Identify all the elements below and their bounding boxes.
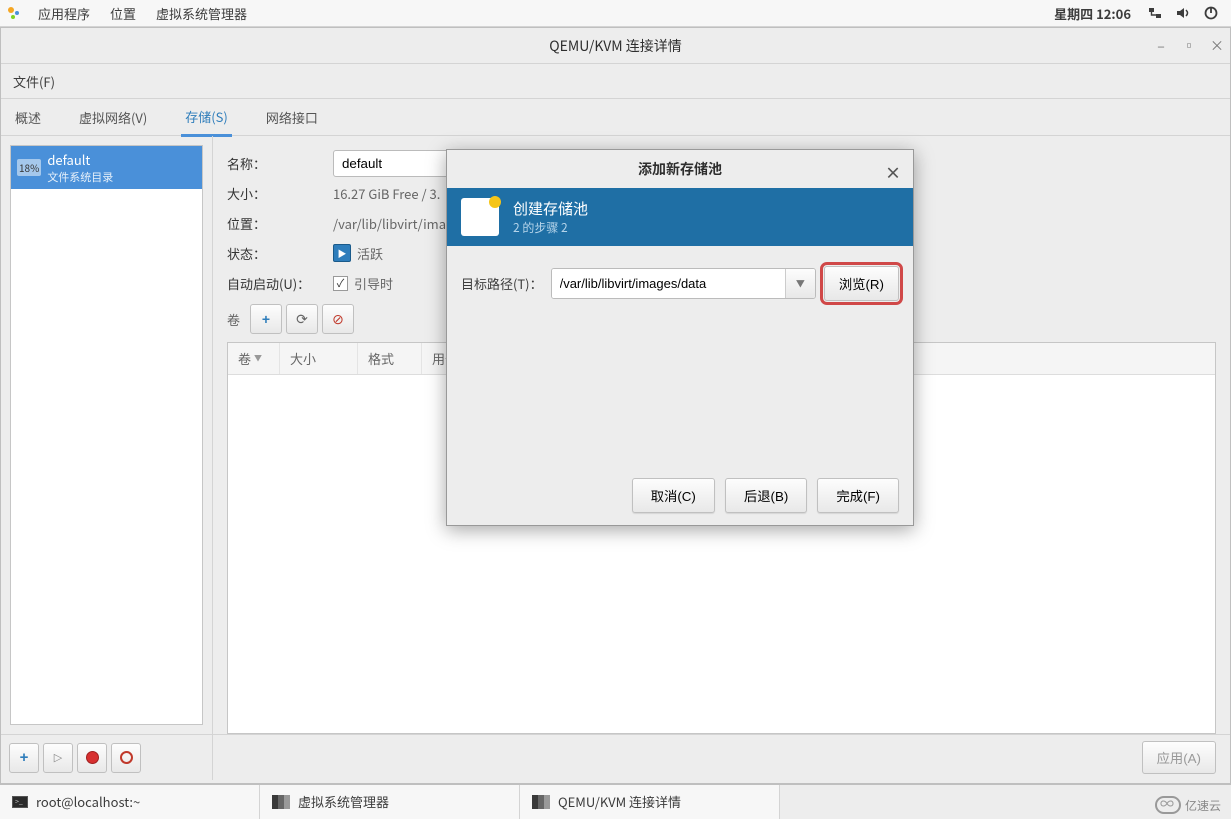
dialog-title: 添加新存储池 xyxy=(638,159,722,179)
virt-manager-icon xyxy=(532,795,550,809)
storage-pool-sidebar: 18% default 文件系统目录 xyxy=(1,136,213,734)
start-pool-button[interactable]: ▷ xyxy=(43,743,73,773)
dialog-footer: 取消(C) 后退(B) 完成(F) xyxy=(447,466,913,525)
browse-button[interactable]: 浏览(R) xyxy=(824,266,899,301)
col-format[interactable]: 格式 xyxy=(358,343,422,374)
menu-places[interactable]: 位置 xyxy=(100,0,146,27)
desktop-top-panel: 应用程序 位置 虚拟系统管理器 星期四 12:06 xyxy=(0,0,1231,27)
close-button[interactable]: × xyxy=(1210,39,1224,53)
label-location: 位置： xyxy=(227,214,333,233)
back-button[interactable]: 后退(B) xyxy=(725,478,807,513)
storage-new-icon xyxy=(461,198,499,236)
pool-usage-badge: 18% xyxy=(17,159,41,176)
label-state: 状态： xyxy=(227,244,333,263)
minimize-button[interactable]: – xyxy=(1154,39,1168,53)
details-footer: 应用(A) xyxy=(213,734,1230,780)
power-icon[interactable] xyxy=(1202,4,1220,22)
refresh-volumes-button[interactable]: ⟳ xyxy=(286,304,318,334)
dialog-heading: 创建存储池 xyxy=(513,198,588,219)
label-autostart: 自动启动(U)： xyxy=(227,274,333,293)
menu-applications[interactable]: 应用程序 xyxy=(28,0,100,27)
menu-virt-manager[interactable]: 虚拟系统管理器 xyxy=(146,0,257,27)
menu-file[interactable]: 文件(F) xyxy=(5,68,63,95)
add-volume-button[interactable]: + xyxy=(250,304,282,334)
cancel-button[interactable]: 取消(C) xyxy=(632,478,715,513)
network-icon[interactable] xyxy=(1146,4,1164,22)
desktop-taskbar: root@localhost:~ 虚拟系统管理器 QEMU/KVM 连接详情 亿… xyxy=(0,784,1231,818)
target-path-dropdown-button[interactable]: ▼ xyxy=(785,269,815,298)
dialog-close-button[interactable]: × xyxy=(885,160,901,184)
value-state: 活跃 xyxy=(357,244,383,263)
label-name: 名称： xyxy=(227,154,333,173)
target-path-combo[interactable]: ▼ xyxy=(551,268,816,299)
gnome-logo-icon xyxy=(6,5,22,21)
storage-pool-list: 18% default 文件系统目录 xyxy=(10,145,203,725)
tab-overview[interactable]: 概述 xyxy=(11,100,45,135)
add-storage-pool-dialog: 添加新存储池 × 创建存储池 2 的步骤 2 目标路径(T)： ▼ 浏览(R) … xyxy=(446,149,914,526)
pool-name: default xyxy=(47,150,113,169)
watermark-logo-icon xyxy=(1155,796,1181,814)
finish-button[interactable]: 完成(F) xyxy=(817,478,899,513)
col-volume[interactable]: 卷▼ xyxy=(228,343,280,374)
delete-volume-button[interactable]: ⊘ xyxy=(322,304,354,334)
tab-network-interface[interactable]: 网络接口 xyxy=(262,100,322,135)
window-titlebar: QEMU/KVM 连接详情 – ▫ × xyxy=(1,28,1230,64)
target-path-input[interactable] xyxy=(552,269,785,298)
dialog-titlebar: 添加新存储池 × xyxy=(447,150,913,188)
clock[interactable]: 星期四 12:06 xyxy=(1044,4,1141,23)
sidebar-footer-toolbar: + ▷ xyxy=(1,734,213,780)
taskbar-terminal[interactable]: root@localhost:~ xyxy=(0,785,260,819)
add-pool-button[interactable]: + xyxy=(9,743,39,773)
taskbar-connection-details[interactable]: QEMU/KVM 连接详情 xyxy=(520,785,780,819)
checkbox-autostart[interactable] xyxy=(333,276,348,291)
volume-icon[interactable] xyxy=(1174,4,1192,22)
value-autostart: 引导时 xyxy=(354,274,393,293)
value-size: 16.27 GiB Free / 3. xyxy=(333,184,440,203)
col-size[interactable]: 大小 xyxy=(280,343,358,374)
maximize-button[interactable]: ▫ xyxy=(1182,39,1196,53)
apply-button[interactable]: 应用(A) xyxy=(1142,741,1216,774)
state-active-icon xyxy=(333,244,351,262)
tab-virtual-network[interactable]: 虚拟网络(V) xyxy=(75,100,151,135)
tab-bar: 概述 虚拟网络(V) 存储(S) 网络接口 xyxy=(1,99,1230,135)
storage-pool-item-default[interactable]: 18% default 文件系统目录 xyxy=(11,146,202,189)
delete-pool-button[interactable] xyxy=(111,743,141,773)
dialog-step: 2 的步骤 2 xyxy=(513,219,588,236)
dialog-header: 创建存储池 2 的步骤 2 xyxy=(447,188,913,246)
window-title: QEMU/KVM 连接详情 xyxy=(549,36,682,56)
terminal-icon xyxy=(12,796,28,808)
label-volumes: 卷 xyxy=(227,310,240,329)
tab-storage[interactable]: 存储(S) xyxy=(181,99,232,137)
taskbar-virt-manager[interactable]: 虚拟系统管理器 xyxy=(260,785,520,819)
label-size: 大小： xyxy=(227,184,333,203)
stop-pool-button[interactable] xyxy=(77,743,107,773)
virt-manager-icon xyxy=(272,795,290,809)
watermark: 亿速云 xyxy=(1155,796,1221,814)
label-target-path: 目标路径(T)： xyxy=(461,274,543,293)
value-location: /var/lib/libvirt/image xyxy=(333,214,460,233)
window-menubar: 文件(F) xyxy=(1,64,1230,98)
pool-type: 文件系统目录 xyxy=(47,169,113,185)
